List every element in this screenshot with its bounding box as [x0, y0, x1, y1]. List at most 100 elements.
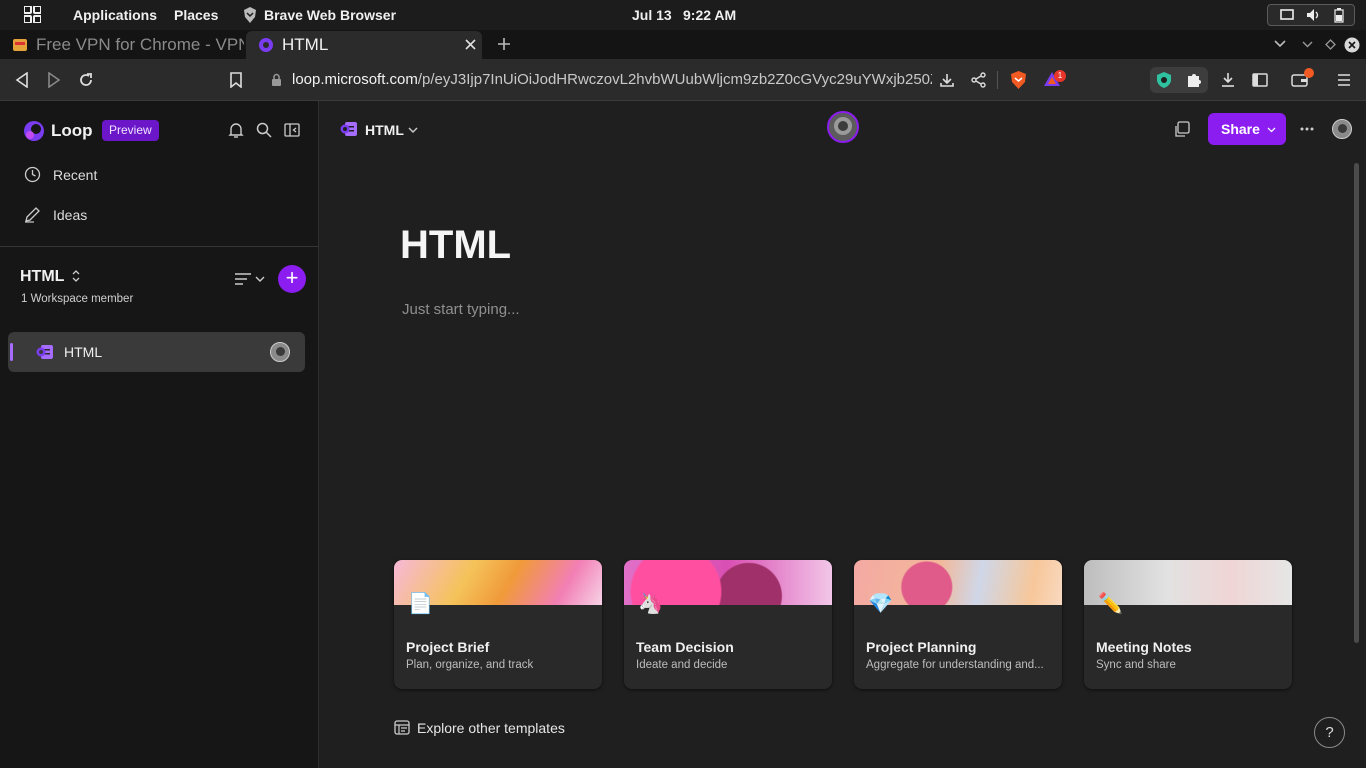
- collapse-sidebar-icon[interactable]: [284, 123, 300, 137]
- desktop-top-bar: Applications Places Brave Web Browser Ju…: [0, 0, 1366, 30]
- add-page-button[interactable]: +: [278, 265, 306, 293]
- unicorn-emoji-icon: 🦄: [638, 593, 663, 615]
- preview-badge: Preview: [102, 120, 159, 141]
- gem-emoji-icon: 💎: [868, 593, 893, 615]
- selected-indicator: [10, 343, 13, 361]
- sort-menu-icon[interactable]: [234, 272, 266, 286]
- share-chevron-icon: [1267, 127, 1276, 133]
- url-path: /p/eyJ3Ijp7InUiOiJodHRwczovL2hvbWUubWljc…: [417, 71, 932, 88]
- avatar[interactable]: [270, 342, 290, 362]
- battery-icon: [1334, 8, 1344, 23]
- vpn-extension-icon[interactable]: [1156, 71, 1172, 89]
- veepn-favicon-icon: [12, 37, 28, 53]
- screen-icon: [1280, 9, 1294, 21]
- tab-label: Free VPN for Chrome - VPN Proxy VeePN: [36, 35, 244, 54]
- workspace-switch-icon[interactable]: [71, 269, 81, 283]
- minimize-icon[interactable]: [1302, 41, 1313, 48]
- menu-icon[interactable]: [1337, 73, 1351, 87]
- toolbar-divider: [997, 71, 998, 89]
- wallet-notification-dot: [1304, 68, 1314, 78]
- volume-icon: [1306, 8, 1322, 22]
- tab-html[interactable]: HTML: [246, 31, 482, 59]
- clock-icon: [24, 166, 41, 183]
- bookmark-icon[interactable]: [230, 72, 242, 88]
- url-host: loop.microsoft.com: [292, 71, 418, 88]
- template-description: Plan, organize, and track: [406, 659, 534, 671]
- document-emoji-icon: 📄: [408, 593, 433, 615]
- collaborator-avatar[interactable]: [827, 111, 859, 143]
- template-gallery-icon: [394, 720, 410, 735]
- rewards-badge: 1: [1054, 70, 1066, 82]
- browser-toolbar: loop.microsoft.com/p/eyJ3Ijp7InUiOiJodHR…: [0, 59, 1366, 101]
- tab-veepn[interactable]: Free VPN for Chrome - VPN Proxy VeePN: [0, 31, 244, 59]
- template-card-meeting-notes[interactable]: ✏️ Meeting Notes Sync and share: [1084, 560, 1292, 689]
- tab-label: HTML: [282, 35, 329, 54]
- template-title: Team Decision: [636, 639, 734, 655]
- places-menu[interactable]: Places: [174, 7, 218, 23]
- new-tab-icon[interactable]: [497, 37, 511, 51]
- app-grid-icon[interactable]: [24, 6, 41, 23]
- loop-favicon-icon: [258, 37, 274, 53]
- back-icon[interactable]: [15, 72, 29, 88]
- system-tray[interactable]: [1267, 4, 1355, 26]
- explore-label: Explore other templates: [417, 720, 565, 736]
- scrollbar[interactable]: [1354, 163, 1359, 643]
- breadcrumb[interactable]: HTML: [365, 122, 404, 138]
- close-tab-icon[interactable]: [465, 39, 476, 50]
- workspace-members[interactable]: 1 Workspace member: [21, 293, 133, 305]
- share-button[interactable]: Share: [1208, 113, 1286, 145]
- help-button[interactable]: ?: [1314, 717, 1345, 748]
- main-canvas: HTML Share HTML Just start typing... 📄 P…: [320, 101, 1366, 768]
- account-avatar[interactable]: [1332, 119, 1352, 139]
- nav-recent-label: Recent: [53, 167, 98, 183]
- template-card-team-decision[interactable]: 🦄 Team Decision Ideate and decide: [624, 560, 832, 689]
- workspace-title[interactable]: HTML: [20, 268, 64, 286]
- clock-date[interactable]: Jul 13: [632, 7, 672, 23]
- template-description: Sync and share: [1096, 659, 1176, 671]
- pencil-emoji-icon: ✏️: [1098, 593, 1123, 615]
- sidebar-toggle-icon[interactable]: [1252, 72, 1268, 88]
- brave-shields-icon[interactable]: [1010, 70, 1027, 90]
- loop-logo-icon: [22, 119, 46, 143]
- more-options-icon[interactable]: [1300, 127, 1314, 131]
- template-card-project-planning[interactable]: 💎 Project Planning Aggregate for underst…: [854, 560, 1062, 689]
- tab-search-chevron-icon[interactable]: [1274, 40, 1286, 48]
- close-window-icon[interactable]: [1344, 37, 1360, 53]
- lock-icon[interactable]: [271, 73, 282, 86]
- applications-menu[interactable]: Applications: [73, 7, 157, 23]
- page-title[interactable]: HTML: [400, 223, 511, 268]
- template-title: Project Brief: [406, 639, 490, 655]
- share-page-icon[interactable]: [971, 72, 986, 88]
- notifications-bell-icon[interactable]: [228, 122, 244, 139]
- share-label: Share: [1221, 121, 1260, 137]
- forward-icon[interactable]: [47, 72, 61, 88]
- sidebar-divider: [0, 246, 319, 247]
- install-app-icon[interactable]: [939, 72, 955, 88]
- editor-placeholder[interactable]: Just start typing...: [402, 301, 520, 318]
- nav-ideas-label: Ideas: [53, 207, 88, 223]
- pen-icon: [24, 206, 42, 223]
- maximize-icon[interactable]: [1325, 39, 1336, 50]
- search-icon[interactable]: [256, 122, 272, 138]
- breadcrumb-page-icon: [340, 121, 358, 137]
- template-title: Meeting Notes: [1096, 639, 1192, 655]
- copy-component-icon[interactable]: [1173, 121, 1190, 138]
- address-bar[interactable]: loop.microsoft.com/p/eyJ3Ijp7InUiOiJodHR…: [292, 71, 932, 88]
- loop-page-icon: [36, 344, 54, 360]
- sidebar-page-html[interactable]: HTML: [8, 332, 305, 372]
- template-card-project-brief[interactable]: 📄 Project Brief Plan, organize, and trac…: [394, 560, 602, 689]
- downloads-icon[interactable]: [1220, 72, 1236, 88]
- template-description: Aggregate for understanding and...: [866, 659, 1044, 671]
- template-description: Ideate and decide: [636, 659, 728, 671]
- app-name: Loop: [51, 121, 93, 140]
- loop-sidebar: Loop Preview Recent Ideas HTML 1 Workspa…: [0, 101, 319, 768]
- active-app-label[interactable]: Brave Web Browser: [264, 7, 396, 23]
- reload-icon[interactable]: [78, 72, 94, 88]
- template-title: Project Planning: [866, 639, 977, 655]
- chevron-down-icon[interactable]: [408, 127, 418, 134]
- clock-time[interactable]: 9:22 AM: [683, 7, 736, 23]
- puzzle-extensions-icon[interactable]: [1186, 72, 1202, 88]
- extensions-group: [1150, 67, 1208, 93]
- tab-strip: Free VPN for Chrome - VPN Proxy VeePN HT…: [0, 30, 1366, 59]
- page-label: HTML: [64, 344, 103, 360]
